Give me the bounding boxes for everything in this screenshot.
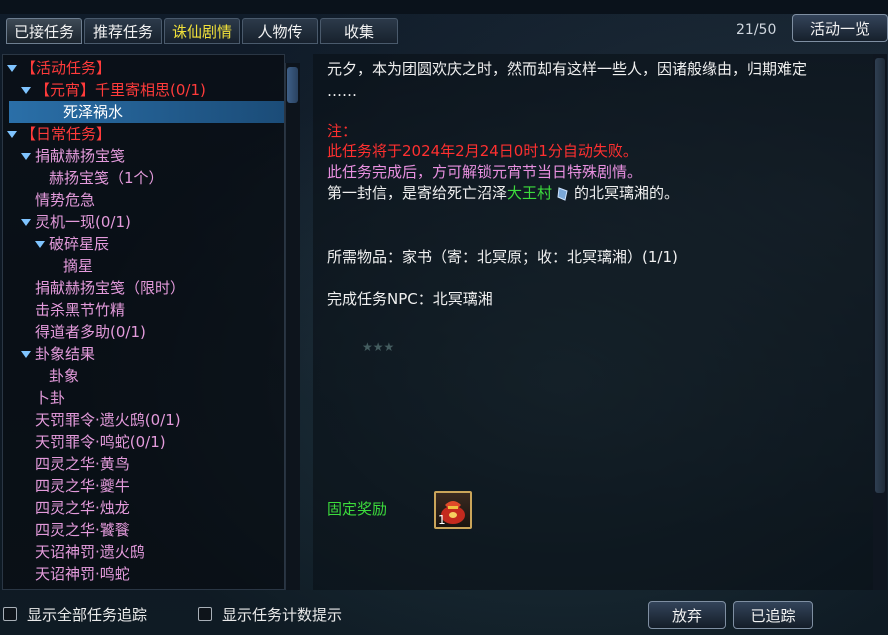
quest-tree-row[interactable]: 情势危急 xyxy=(35,189,95,211)
note-label: 注： xyxy=(327,122,358,140)
quest-tree-row[interactable]: 四灵之华·夔牛 xyxy=(35,475,130,497)
quest-tree-row[interactable]: 卜卦 xyxy=(35,387,65,409)
quest-tree-label: 四灵之华·黄鸟 xyxy=(35,455,130,473)
quest-tree-label: 四灵之华·烛龙 xyxy=(35,499,130,517)
quest-tree-label: 卦象 xyxy=(49,367,80,385)
tab-character-biography[interactable]: 人物传 xyxy=(242,18,318,44)
quest-tree-row[interactable]: 摘星 xyxy=(63,255,93,277)
expand-toggle-icon[interactable] xyxy=(21,153,31,160)
activity-overview-button[interactable]: 活动一览 xyxy=(792,14,888,42)
required-items: 所需物品：家书（寄：北冥原；收：北冥璃湘）(1/1) xyxy=(327,248,678,266)
quest-tree-row[interactable]: 天罚罪令·遗火鸱(0/1) xyxy=(35,409,181,431)
note-fail-time: 此任务将于2024年2月24日0时1分自动失败。 xyxy=(327,142,638,160)
quest-tree-row[interactable]: 【元宵】千里寄相思(0/1) xyxy=(21,79,206,101)
quest-tree-row[interactable]: 死泽祸水 xyxy=(63,101,123,123)
quest-tree-row[interactable]: 【日常任务】 xyxy=(7,123,111,145)
background-decoration: ★★★ xyxy=(362,340,395,354)
quest-tree-label: 天诏神罚·遗火鸱 xyxy=(35,543,145,561)
quest-tree-label: 天诏神罚·鸣蛇 xyxy=(35,565,130,583)
letter-text-pre: 第一封信，是寄给死亡沼泽 xyxy=(327,184,508,202)
expand-toggle-icon[interactable] xyxy=(21,87,31,94)
quest-tree-label: 击杀黑节竹精 xyxy=(35,301,126,319)
tab-zhuxian-story[interactable]: 诛仙剧情 xyxy=(164,18,240,44)
quest-tree-row[interactable]: 天罚罪令·鸣蛇(0/1) xyxy=(35,431,166,453)
expand-toggle-icon[interactable] xyxy=(7,131,17,138)
quest-tree-label: 捐献赫扬宝笺 xyxy=(35,147,126,165)
top-strip xyxy=(0,0,888,14)
reward-quantity: 1 xyxy=(438,513,446,527)
quest-intro-line1: 元夕，本为团圆欢庆之时，然而却有这样一些人，因诸般缘由，归期难定 xyxy=(327,60,808,78)
show-count-hint-label: 显示任务计数提示 xyxy=(222,606,343,624)
detail-scroll-thumb[interactable] xyxy=(875,58,885,493)
selected-row-highlight xyxy=(9,101,284,123)
quest-tree-row[interactable]: 得道者多助(0/1) xyxy=(35,321,146,343)
quest-detail-panel: 元夕，本为团圆欢庆之时，然而却有这样一些人，因诸般缘由，归期难定 …… 注： 此… xyxy=(313,54,873,590)
expand-toggle-icon[interactable] xyxy=(35,241,45,248)
quest-tree-row[interactable]: 捐献赫扬宝笺 xyxy=(21,145,125,167)
quest-tree-label: 死泽祸水 xyxy=(63,103,124,121)
quest-tree-label: 四灵之华·饕餮 xyxy=(35,521,130,539)
quest-tree-row[interactable]: 天诏神罚·鸣蛇 xyxy=(35,563,130,585)
quest-tree-row[interactable]: 四灵之华·饕餮 xyxy=(35,519,130,541)
quest-tree-label: 捐献赫扬宝笺（限时） xyxy=(35,279,186,297)
quest-tree-row[interactable]: 捐献赫扬宝笺（限时） xyxy=(35,277,185,299)
reward-pouch-icon[interactable]: 1 xyxy=(434,491,472,529)
expand-toggle-icon[interactable] xyxy=(7,65,17,72)
letter-description: 第一封信，是寄给死亡沼泽大王村 的北冥璃湘的。 xyxy=(327,182,679,204)
show-count-hint-checkbox[interactable] xyxy=(198,607,212,621)
quest-tree-label: 四灵之华·夔牛 xyxy=(35,477,130,495)
quest-tree-label: 【活动任务】 xyxy=(21,59,112,77)
quest-tree-label: 情势危急 xyxy=(35,191,96,209)
quest-intro-line2: …… xyxy=(327,82,357,100)
quest-tree-label: 得道者多助(0/1) xyxy=(35,323,146,341)
quest-tree-row[interactable]: 卦象结果 xyxy=(21,343,95,365)
quest-tree-label: 赫扬宝笺（1个） xyxy=(49,169,164,187)
quest-tree-label: 天罚罪令·遗火鸱(0/1) xyxy=(35,411,181,429)
quest-tree-label: 破碎星辰 xyxy=(49,235,110,253)
detail-scrollbar[interactable] xyxy=(873,54,887,590)
quest-tree-label: 摘星 xyxy=(63,257,94,275)
quest-tree-label: 【元宵】千里寄相思(0/1) xyxy=(35,81,206,99)
quest-tree-row[interactable]: 赫扬宝笺（1个） xyxy=(49,167,164,189)
quest-tree-row[interactable]: 四灵之华·烛龙 xyxy=(35,497,130,519)
quest-tree-row[interactable]: 卦象 xyxy=(49,365,79,387)
quest-tree-row[interactable]: 灵机一现(0/1) xyxy=(21,211,131,233)
quest-tree-scroll-thumb[interactable] xyxy=(287,67,298,103)
quest-tree-label: 【日常任务】 xyxy=(21,125,112,143)
quest-tree-row[interactable]: 【活动任务】 xyxy=(7,57,111,79)
tab-collection[interactable]: 收集 xyxy=(320,18,398,44)
quest-tree-row[interactable]: 四灵之华·黄鸟 xyxy=(35,453,130,475)
quest-counter: 21/50 xyxy=(736,22,777,38)
tab-accepted-quests[interactable]: 已接任务 xyxy=(6,18,82,44)
expand-toggle-icon[interactable] xyxy=(21,351,31,358)
map-marker-icon[interactable] xyxy=(556,186,570,202)
completion-npc: 完成任务NPC：北冥璃湘 xyxy=(327,290,493,308)
letter-text-post: 的北冥璃湘的。 xyxy=(574,184,680,202)
quest-tree-label: 卦象结果 xyxy=(35,345,96,363)
quest-tree-label: 卜卦 xyxy=(35,389,66,407)
abandon-button[interactable]: 放弃 xyxy=(648,601,726,629)
show-all-tracking-checkbox[interactable] xyxy=(3,607,17,621)
quest-tree-label: 天罚罪令·鸣蛇(0/1) xyxy=(35,433,166,451)
quest-tree-row[interactable]: 天诏神罚·遗火鸱 xyxy=(35,541,145,563)
fixed-reward-label: 固定奖励 xyxy=(327,500,388,518)
place-link-dawangcun[interactable]: 大王村 xyxy=(507,184,552,202)
quest-tree-panel: 【活动任务】【元宵】千里寄相思(0/1) 死泽祸水【日常任务】捐献赫扬宝笺赫扬宝笺… xyxy=(2,54,285,590)
tab-recommended-quests[interactable]: 推荐任务 xyxy=(84,18,162,44)
note-unlock: 此任务完成后，方可解锁元宵节当日特殊剧情。 xyxy=(327,163,643,181)
quest-tree-row[interactable]: 击杀黑节竹精 xyxy=(35,299,125,321)
quest-tree-label: 灵机一现(0/1) xyxy=(35,213,131,231)
expand-toggle-icon[interactable] xyxy=(21,219,31,226)
quest-tree-row[interactable]: 破碎星辰 xyxy=(35,233,109,255)
tracked-button[interactable]: 已追踪 xyxy=(733,601,813,629)
show-all-tracking-label: 显示全部任务追踪 xyxy=(27,606,148,624)
quest-tree-scrollbar[interactable] xyxy=(285,63,300,590)
